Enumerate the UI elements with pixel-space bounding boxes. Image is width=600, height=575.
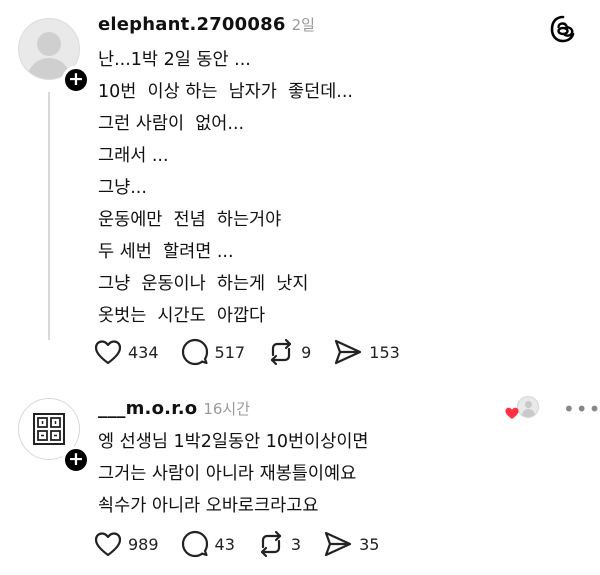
post-line: 운동에만 전념 하는거야 <box>98 210 282 230</box>
author-avatar[interactable]: + <box>18 398 90 474</box>
post-line: 두 세번 할려면 ... <box>98 242 234 262</box>
share-button[interactable]: 35 <box>323 530 379 558</box>
share-count: 35 <box>359 534 380 554</box>
comment-icon <box>181 530 208 558</box>
repost-count: 3 <box>290 534 302 554</box>
heart-icon <box>94 340 122 365</box>
post-time: 2일 <box>291 15 315 34</box>
threads-logo-icon <box>548 14 578 48</box>
repost-count: 9 <box>301 342 312 362</box>
comment-count: 43 <box>214 534 235 554</box>
username[interactable]: ___m.o.r.o <box>98 398 197 419</box>
send-icon <box>324 531 352 557</box>
repost-button[interactable]: 9 <box>267 338 311 366</box>
liked-by-author-indicator <box>505 396 541 422</box>
red-heart-icon <box>505 407 519 419</box>
repost-icon <box>270 338 292 366</box>
more-options-icon[interactable]: ••• <box>563 397 600 421</box>
post-line: 그래서 ... <box>98 146 169 166</box>
post-line: 옷벗는 시간도 아깝다 <box>98 306 266 326</box>
post-body: 엥 선생님 1박2일동안 10번이상이면 그거는 사람이 아니라 재봉틀이예요 … <box>98 426 369 522</box>
repost-button[interactable]: 3 <box>257 530 301 558</box>
comment-button[interactable]: 43 <box>181 530 235 558</box>
heart-icon <box>94 532 122 557</box>
author-mini-avatar <box>517 396 539 418</box>
post-line: 10번 이상 하는 남자가 좋던데... <box>98 82 353 102</box>
post-actions: 989 43 3 35 <box>94 530 401 558</box>
username[interactable]: elephant.2700086 <box>98 14 286 35</box>
share-count: 153 <box>369 342 400 362</box>
share-button[interactable]: 153 <box>333 338 400 366</box>
post-line: 그냥... <box>98 178 147 198</box>
post-line: 쇡수가 아니라 오바로크라고요 <box>98 496 319 516</box>
author-avatar[interactable]: + <box>18 18 90 94</box>
comment-icon <box>181 338 208 366</box>
thread-connector-line <box>48 92 50 340</box>
post-moro: + ___m.o.r.o 16시간 ••• 엥 선생님 1박2일동안 10번이상… <box>0 390 600 575</box>
comment-button[interactable]: 517 <box>181 338 246 366</box>
post-body: 난...1박 2일 동안 ... 10번 이상 하는 남자가 좋던데... 그런… <box>98 44 353 332</box>
follow-plus-button[interactable]: + <box>62 66 90 94</box>
post-elephant: + elephant.2700086 2일 난...1박 2일 동안 ... 1… <box>0 0 600 390</box>
like-button[interactable]: 989 <box>94 531 159 557</box>
repost-icon <box>260 530 282 558</box>
post-header: elephant.2700086 2일 <box>98 10 315 38</box>
post-line: 난...1박 2일 동안 ... <box>98 50 251 70</box>
post-time: 16시간 <box>203 399 250 418</box>
post-line: 그냥 운동이나 하는게 낫지 <box>98 274 309 294</box>
comment-count: 517 <box>214 342 246 362</box>
send-icon <box>335 339 362 365</box>
follow-plus-button[interactable]: + <box>62 446 90 474</box>
post-actions: 434 517 9 153 <box>94 338 422 366</box>
reply-meta: ••• <box>505 396 600 422</box>
post-line: 그거는 사람이 아니라 재봉틀이예요 <box>98 464 357 484</box>
like-count: 434 <box>128 342 159 362</box>
like-button[interactable]: 434 <box>94 339 159 365</box>
post-line: 엥 선생님 1박2일동안 10번이상이면 <box>98 432 369 452</box>
post-line: 그런 사람이 없어... <box>98 114 245 134</box>
like-count: 989 <box>128 534 159 554</box>
post-header: ___m.o.r.o 16시간 <box>98 394 250 422</box>
